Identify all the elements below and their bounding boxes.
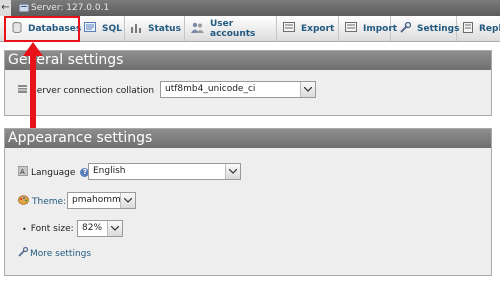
red-arrow-icon bbox=[23, 42, 43, 128]
bullet-icon: • bbox=[22, 224, 27, 234]
collation-select-value: utf8mb4_unicode_ci bbox=[165, 84, 256, 94]
tab-status[interactable]: Status bbox=[125, 16, 185, 41]
users-icon bbox=[191, 22, 204, 36]
appearance-settings-title: Appearance settings bbox=[5, 129, 491, 148]
language-icon: A bbox=[17, 165, 29, 179]
language-select[interactable]: English bbox=[88, 163, 241, 180]
highlight-box bbox=[4, 16, 80, 42]
export-icon bbox=[283, 22, 295, 35]
theme-select-value: pmahomme bbox=[72, 195, 127, 205]
back-arrow-icon[interactable]: ← bbox=[0, 0, 11, 16]
tab-replication-label: Repli bbox=[479, 23, 500, 34]
theme-select[interactable]: pmahomme bbox=[67, 192, 136, 209]
language-label: Language bbox=[31, 167, 76, 178]
server-icon bbox=[18, 3, 30, 15]
tab-settings-label: Settings bbox=[417, 23, 460, 34]
wrench-icon bbox=[399, 21, 412, 36]
server-breadcrumb[interactable]: Server: 127.0.0.1 bbox=[31, 2, 109, 14]
language-row: A Language ? bbox=[17, 165, 90, 179]
font-size-row: • Font size: bbox=[22, 224, 74, 234]
chevron-down-icon bbox=[225, 164, 240, 179]
tab-status-label: Status bbox=[148, 23, 181, 34]
chevron-down-icon bbox=[107, 221, 122, 236]
replication-icon bbox=[463, 21, 473, 36]
tab-import[interactable]: Import bbox=[339, 16, 397, 41]
more-settings-link[interactable]: More settings bbox=[30, 249, 91, 259]
tab-user-accounts-label: User accounts bbox=[210, 18, 256, 39]
font-size-select[interactable]: 82% bbox=[77, 220, 123, 237]
chevron-down-icon bbox=[120, 193, 135, 208]
theme-palette-icon bbox=[18, 195, 29, 208]
chevron-down-icon bbox=[300, 82, 315, 97]
general-settings-panel: General settings Server connection colla… bbox=[4, 50, 492, 116]
theme-row: Theme: bbox=[18, 195, 66, 208]
language-select-value: English bbox=[93, 166, 126, 176]
import-icon bbox=[345, 22, 357, 35]
tab-sql-label: SQL bbox=[102, 23, 122, 34]
tab-export[interactable]: Export bbox=[277, 16, 339, 41]
font-size-label: Font size: bbox=[30, 224, 74, 234]
tab-settings[interactable]: Settings bbox=[391, 16, 460, 41]
tab-export-label: Export bbox=[301, 23, 335, 34]
sql-icon bbox=[84, 22, 96, 35]
more-settings-row: More settings bbox=[18, 246, 91, 260]
appearance-settings-panel: Appearance settings A Language ? English… bbox=[4, 128, 492, 276]
collation-select[interactable]: utf8mb4_unicode_ci bbox=[160, 81, 316, 98]
font-size-select-value: 82% bbox=[82, 223, 103, 233]
theme-label[interactable]: Theme: bbox=[32, 197, 66, 207]
tab-replication[interactable]: Repli bbox=[457, 16, 500, 41]
collation-label: Server connection collation bbox=[31, 85, 155, 96]
wrench-icon bbox=[18, 246, 29, 260]
tab-sql[interactable]: SQL bbox=[80, 16, 125, 41]
status-icon bbox=[130, 22, 142, 36]
general-settings-title: General settings bbox=[5, 51, 491, 70]
svg-text:A: A bbox=[20, 168, 25, 176]
server-bar: ← Server: 127.0.0.1 bbox=[0, 0, 500, 16]
tab-user-accounts[interactable]: User accounts bbox=[185, 16, 277, 41]
